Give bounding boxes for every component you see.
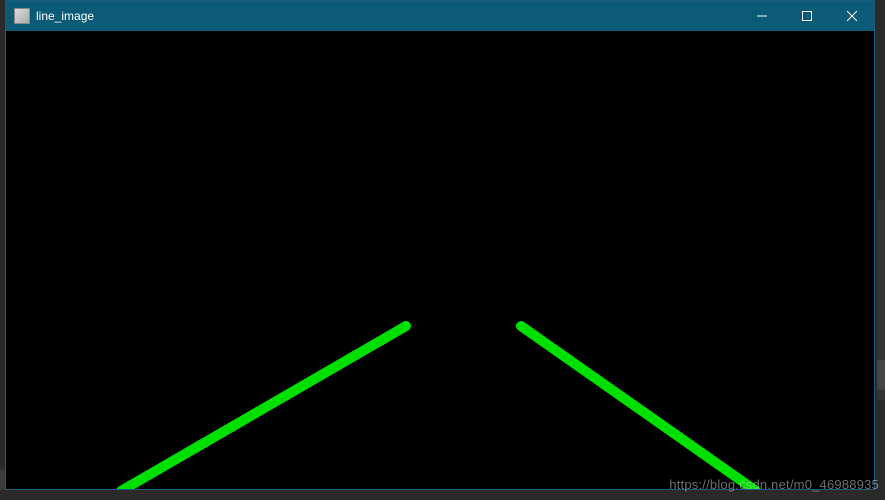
- maximize-button[interactable]: [784, 1, 829, 31]
- minimize-icon: [757, 11, 767, 21]
- content-area: [6, 31, 874, 489]
- titlebar[interactable]: line_image: [6, 1, 874, 31]
- background-panel-right-accent: [877, 360, 885, 390]
- minimize-button[interactable]: [739, 1, 784, 31]
- window-controls: [739, 1, 874, 31]
- app-icon: [14, 8, 30, 24]
- close-button[interactable]: [829, 1, 874, 31]
- canvas-background: [6, 31, 874, 489]
- image-canvas: [6, 31, 874, 489]
- close-icon: [847, 11, 857, 21]
- window-title: line_image: [36, 9, 739, 23]
- app-window: line_image: [5, 0, 875, 490]
- maximize-icon: [802, 11, 812, 21]
